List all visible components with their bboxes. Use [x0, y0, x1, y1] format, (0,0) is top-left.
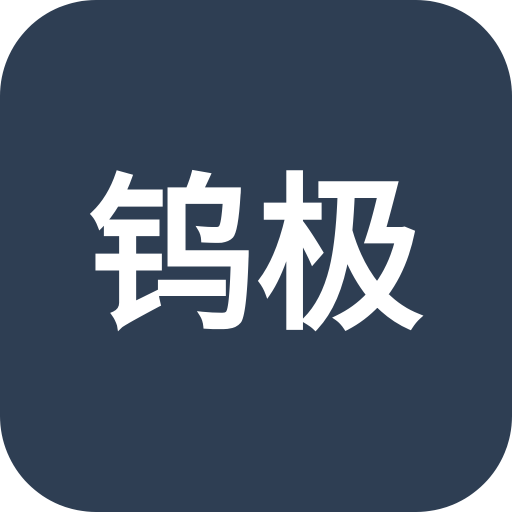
app-icon-label: 钨极 [88, 158, 424, 354]
app-icon[interactable]: 钨极 [0, 0, 512, 512]
